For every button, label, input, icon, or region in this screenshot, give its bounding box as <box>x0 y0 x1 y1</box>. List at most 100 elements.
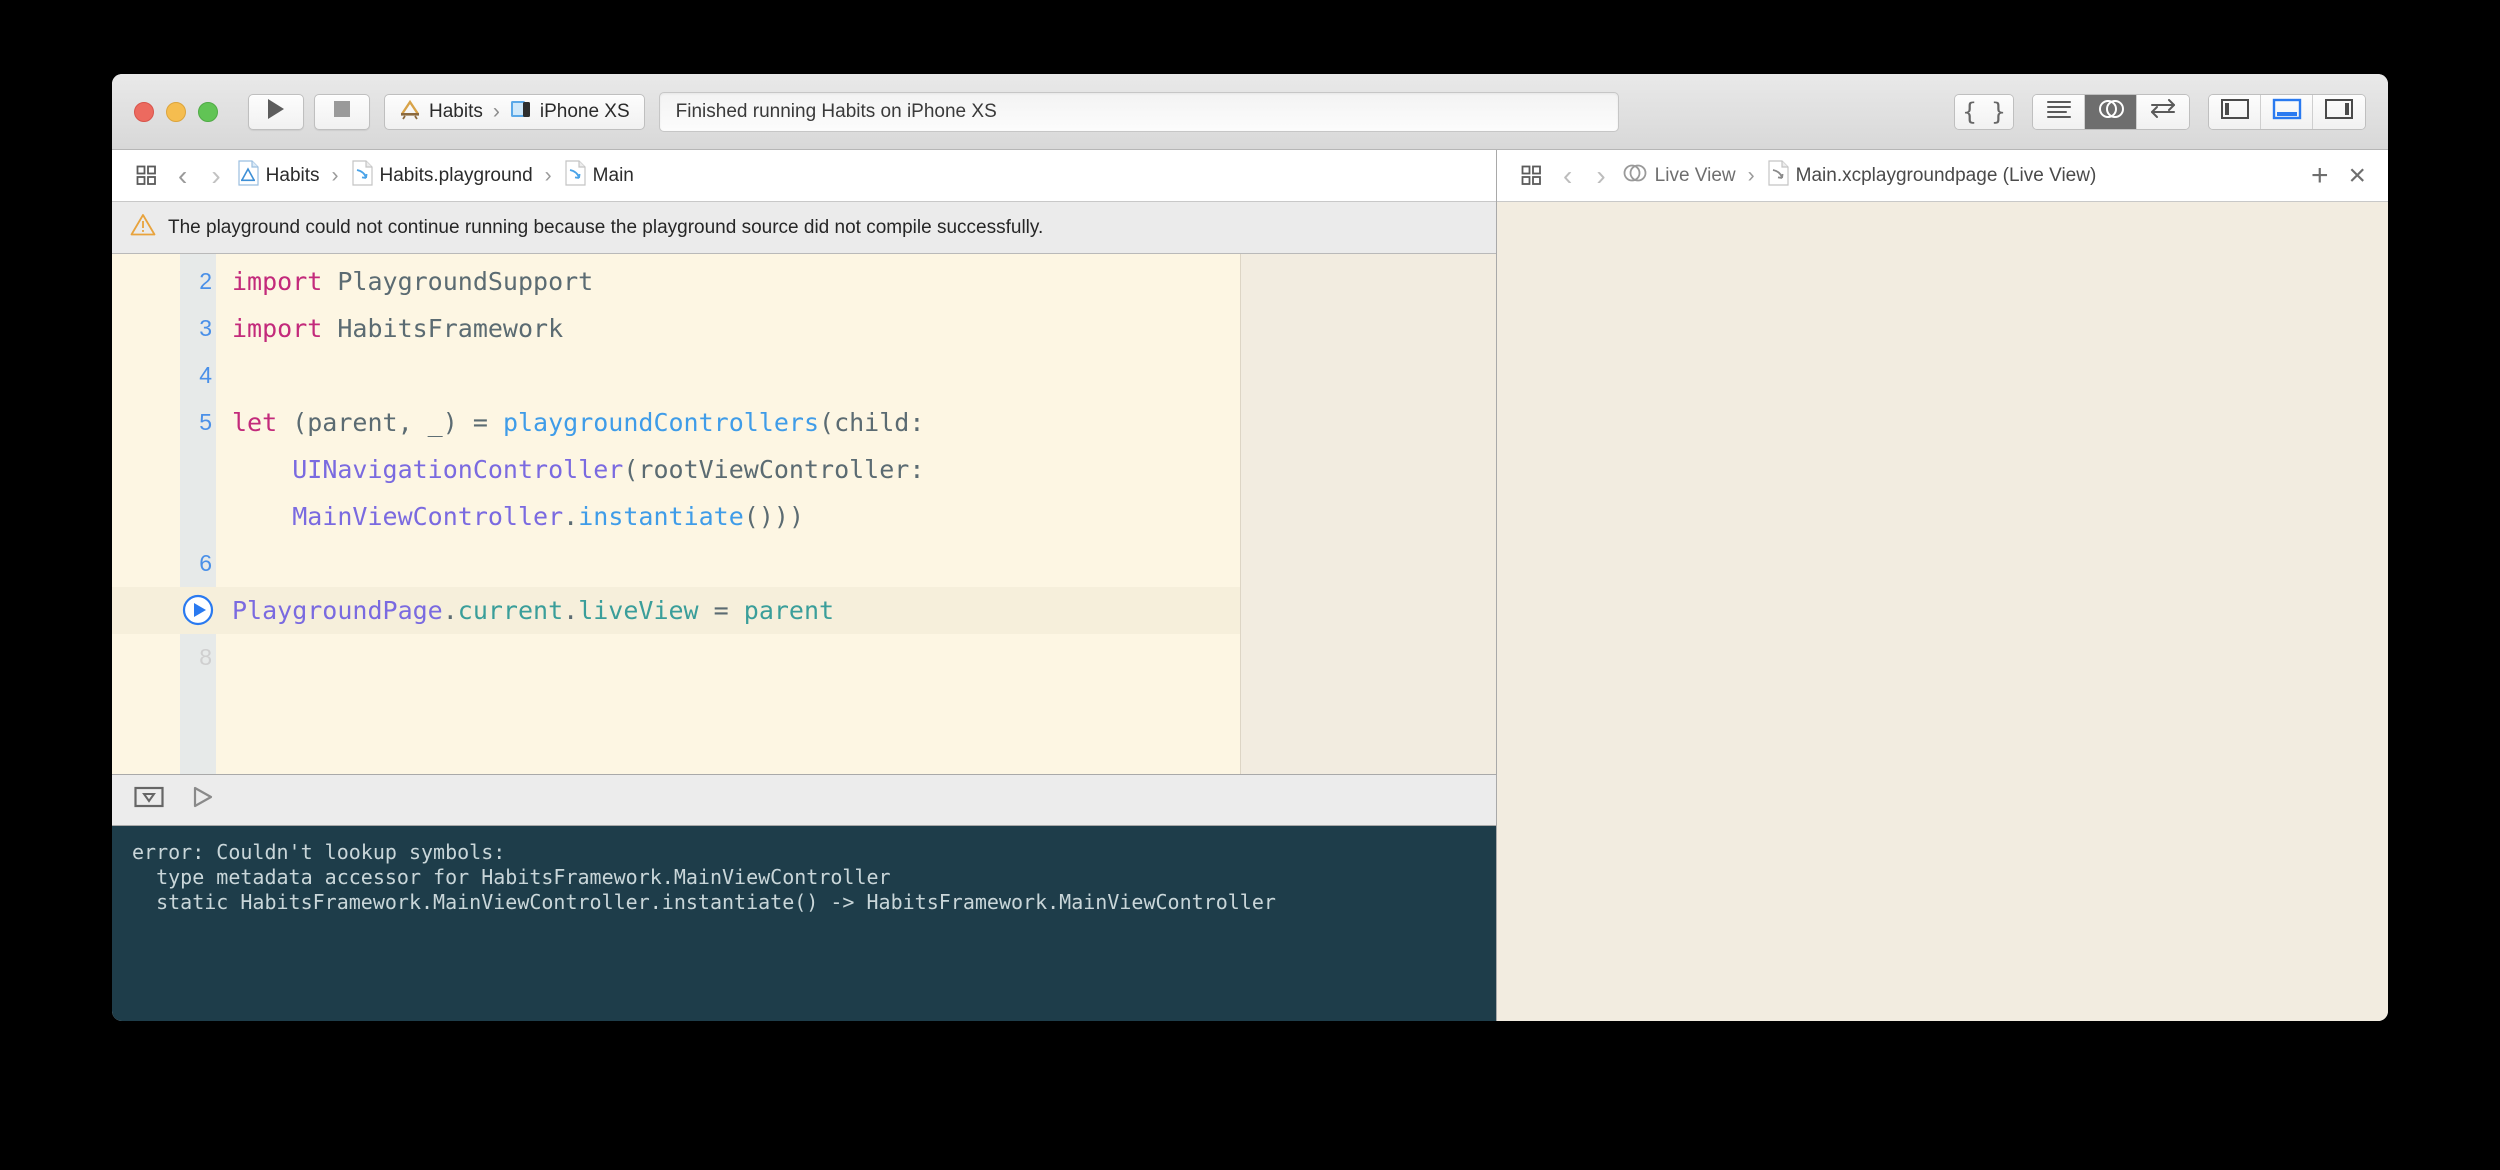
zoom-window-button[interactable] <box>198 101 218 122</box>
code-text: UINavigationController(rootViewControlle… <box>232 446 924 493</box>
editor-back-button[interactable]: ‹ <box>166 160 199 192</box>
code-line[interactable]: 5 let (parent, _) = playgroundControllers… <box>112 399 1240 446</box>
code-line[interactable]: 8 <box>112 634 1240 681</box>
code-token: HabitsFramework <box>322 314 564 343</box>
scheme-separator: › <box>492 99 500 123</box>
related-items-icon[interactable] <box>1513 165 1551 187</box>
version-editor-button[interactable] <box>2137 94 2189 129</box>
live-view-forward-button[interactable]: › <box>1584 160 1617 192</box>
code-token: import <box>232 267 323 296</box>
line-number: 8 <box>199 644 212 670</box>
playground-page-icon <box>564 159 586 192</box>
live-view-back-button[interactable]: ‹ <box>1551 160 1584 192</box>
run-button[interactable] <box>248 93 304 130</box>
close-window-button[interactable] <box>134 101 154 122</box>
assistant-editor-button[interactable] <box>2085 94 2137 129</box>
add-assistant-editor-button[interactable]: + <box>2311 159 2329 193</box>
results-sidebar <box>1240 254 1496 774</box>
code-token: (parent, _) = <box>277 408 503 437</box>
code-token: parent <box>743 596 835 625</box>
code-token: current <box>457 596 564 625</box>
continue-execution-button[interactable] <box>190 785 216 814</box>
warning-triangle-icon <box>130 213 156 243</box>
warning-message: The playground could not continue runnin… <box>168 216 1044 238</box>
breadcrumb-habits[interactable]: Habits <box>233 159 324 192</box>
playground-page-icon <box>1767 159 1789 192</box>
standard-editor-icon <box>2046 99 2072 124</box>
playground-file-icon <box>351 159 373 192</box>
assistant-editor-icon <box>1622 162 1648 190</box>
code-token: instantiate <box>578 502 744 531</box>
navigator-toggle-icon <box>2220 98 2250 125</box>
device-icon <box>510 98 532 126</box>
source-editor-row: 2 import PlaygroundSupport 3 import HabitsF… <box>112 254 1496 774</box>
code-token: . <box>563 596 579 625</box>
code-token: playgroundControllers <box>502 408 820 437</box>
breadcrumb-habits-playground[interactable]: Habits.playground <box>347 159 537 192</box>
code-token: let <box>232 408 278 437</box>
breadcrumb-label: Main <box>592 164 634 186</box>
standard-editor-button[interactable] <box>2033 94 2085 129</box>
line-number: 3 <box>199 315 212 341</box>
editor-mode-group <box>2032 93 2190 130</box>
code-token: = <box>698 596 744 625</box>
xcode-project-icon <box>237 159 259 192</box>
code-line[interactable]: 6 <box>112 540 1240 587</box>
utilities-toggle-button[interactable] <box>2313 94 2365 129</box>
hide-console-button[interactable] <box>134 785 164 814</box>
debug-area-toggle-button[interactable] <box>2261 94 2313 129</box>
code-token: (rootViewController: <box>623 455 925 484</box>
assistant-editor-icon <box>2097 98 2125 125</box>
editor-forward-button[interactable]: › <box>199 160 232 192</box>
window-body: ‹ › Habits › Habits.playground › Main Th… <box>112 150 2388 1021</box>
breadcrumb-label: Live View <box>1654 164 1736 186</box>
stop-button[interactable] <box>314 93 370 130</box>
code-token: import <box>232 314 323 343</box>
live-view-canvas <box>1497 202 2388 1021</box>
code-line[interactable]: 2 import PlaygroundSupport <box>112 258 1240 305</box>
breadcrumb-separator: › <box>331 163 339 187</box>
line-number: 2 <box>199 268 212 294</box>
related-items-icon[interactable] <box>128 165 166 187</box>
minimize-window-button[interactable] <box>166 101 186 122</box>
breadcrumb-live-view[interactable]: Live View <box>1618 162 1740 190</box>
run-line-button[interactable] <box>182 594 214 626</box>
code-token: liveView <box>578 596 699 625</box>
navigator-toggle-button[interactable] <box>2209 94 2261 129</box>
breadcrumb-label: Habits.playground <box>379 164 533 186</box>
line-number: 6 <box>199 550 212 576</box>
code-text: import PlaygroundSupport <box>232 258 593 305</box>
code-line[interactable]: UINavigationController(rootViewControlle… <box>112 446 1240 493</box>
code-text: let (parent, _) = playgroundControllers(… <box>232 399 924 446</box>
scheme-project-label: Habits <box>429 100 483 122</box>
code-token: PlaygroundPage <box>232 596 443 625</box>
live-view-actions: + × <box>2311 159 2372 193</box>
breadcrumb-separator: › <box>1747 163 1755 187</box>
scheme-selector[interactable]: Habits › iPhone XS <box>384 93 645 130</box>
code-line[interactable]: MainViewController.instantiate())) <box>112 493 1240 540</box>
source-code-area[interactable]: 2 import PlaygroundSupport 3 import HabitsF… <box>112 254 1240 774</box>
code-line[interactable]: PlaygroundPage.current.liveView = parent <box>112 587 1240 634</box>
toolbar-right-controls: { } <box>1954 93 2366 130</box>
breadcrumb-main-xcplaygroundpage[interactable]: Main.xcplaygroundpage (Live View) <box>1763 159 2101 192</box>
code-token: . <box>442 596 458 625</box>
window-titlebar: Habits › iPhone XS Finished running Habi… <box>112 74 2388 150</box>
traffic-lights <box>134 101 218 122</box>
editor-pane: ‹ › Habits › Habits.playground › Main Th… <box>112 150 1497 1021</box>
close-assistant-editor-button[interactable]: × <box>2348 159 2366 193</box>
braces-icon: { } <box>1962 97 2006 126</box>
breadcrumb-separator: › <box>544 163 552 187</box>
code-token: MainViewController <box>292 502 564 531</box>
breadcrumb-main[interactable]: Main <box>560 159 638 192</box>
activity-status-field: Finished running Habits on iPhone XS <box>658 91 1619 132</box>
code-line[interactable]: 3 import HabitsFramework <box>112 305 1240 352</box>
line-number: 5 <box>199 409 212 435</box>
debug-console-output[interactable]: error: Couldn't lookup symbols: type met… <box>112 825 1496 1021</box>
code-line[interactable]: 4 <box>112 352 1240 399</box>
live-view-pane: ‹ › Live View › Main.xcplaygroundpage (L… <box>1497 150 2388 1021</box>
panel-toggle-group <box>2208 93 2366 130</box>
editor-jump-bar: ‹ › Habits › Habits.playground › Main <box>112 150 1496 202</box>
code-text: PlaygroundPage.current.liveView = parent <box>232 587 834 634</box>
live-view-jump-bar: ‹ › Live View › Main.xcplaygroundpage (L… <box>1497 150 2388 202</box>
code-snippets-button[interactable]: { } <box>1955 94 2013 129</box>
